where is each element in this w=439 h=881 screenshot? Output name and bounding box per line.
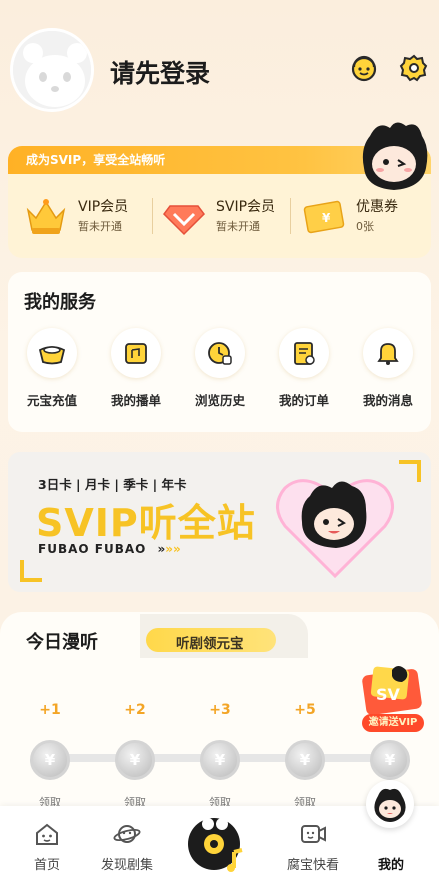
service-label: 我的播单 — [110, 393, 161, 408]
service-playlist[interactable]: 我的播单 — [100, 328, 172, 409]
login-prompt[interactable]: 请先登录 — [110, 54, 210, 90]
svip-title: SVIP会员 — [216, 199, 276, 215]
coupon-title: 优惠券 — [356, 199, 398, 215]
ingot-icon — [27, 328, 77, 378]
reward-day[interactable]: +3 ¥ 领取 — [190, 702, 250, 810]
planet-icon — [113, 820, 141, 848]
reward-day[interactable]: +5 ¥ 领取 — [275, 702, 335, 810]
reward-day[interactable]: +2 ¥ 领取 — [105, 702, 165, 810]
tab-fubao-watch[interactable]: 腐宝快看 — [278, 820, 348, 873]
invite-label: 邀请送VIP — [368, 717, 418, 728]
banner-card-types: 3日卡 | 月卡 | 季卡 | 年卡 — [38, 477, 187, 492]
banner-subtitle: FUBAO FUBAO — [38, 542, 147, 556]
settings-gear-icon[interactable] — [398, 52, 430, 84]
reward-amount: +2 — [124, 702, 146, 718]
tab-label: 发现剧集 — [100, 858, 153, 873]
service-recharge[interactable]: 元宝充值 — [16, 328, 88, 409]
center-cd-icon — [188, 818, 243, 872]
diamond-icon — [160, 194, 208, 238]
user-avatar[interactable] — [10, 28, 94, 112]
my-services-panel: 我的服务 元宝充值 我的播单 浏览历史 我的订单 我的消息 — [8, 272, 431, 432]
invite-vip-badge[interactable]: SV 邀请送VIP — [358, 664, 428, 736]
tab-label: 首页 — [33, 858, 60, 873]
service-label: 我的消息 — [362, 393, 413, 408]
divider — [290, 198, 291, 234]
center-play-button[interactable] — [186, 812, 248, 874]
tab-home[interactable]: 首页 — [12, 820, 82, 873]
vip-title: VIP会员 — [78, 199, 129, 215]
reward-amount: +5 — [294, 702, 316, 718]
svg-text:SV: SV — [376, 685, 401, 704]
tab-discover[interactable]: 发现剧集 — [92, 820, 162, 873]
coin-icon: ¥ — [115, 740, 155, 780]
services-title: 我的服务 — [24, 288, 96, 314]
heart-mascot-illustration — [276, 479, 394, 579]
service-messages[interactable]: 我的消息 — [352, 328, 424, 409]
crown-icon — [22, 194, 70, 238]
coin-icon: ¥ — [30, 740, 70, 780]
reward-amount: +1 — [39, 702, 61, 718]
ticket-icon: ¥ — [300, 194, 348, 238]
service-orders[interactable]: 我的订单 — [268, 328, 340, 409]
service-history[interactable]: 浏览历史 — [184, 328, 256, 409]
svip-status: 暂未开通 — [216, 220, 260, 233]
playlist-icon — [111, 328, 161, 378]
banner-corner-decoration — [399, 460, 421, 482]
panda-avatar-icon — [13, 31, 91, 109]
banner-corner-decoration — [20, 560, 42, 582]
history-clock-icon — [195, 328, 245, 378]
service-label: 浏览历史 — [194, 393, 245, 408]
coupon-count: 0张 — [356, 220, 374, 233]
tab-label: 腐宝快看 — [286, 858, 339, 873]
coin-icon: ¥ — [370, 740, 410, 780]
reward-amount: +3 — [209, 702, 231, 718]
service-label: 元宝充值 — [26, 393, 77, 408]
arrows-icon: »»» — [157, 542, 181, 556]
customer-service-icon[interactable] — [348, 52, 380, 84]
coin-icon: ¥ — [285, 740, 325, 780]
bell-icon — [363, 328, 413, 378]
banner-subtitle-row: FUBAO FUBAO »»» — [38, 538, 181, 557]
today-subtitle[interactable]: 听剧领元宝 — [176, 632, 244, 652]
mascot-avatar-icon[interactable] — [366, 780, 414, 828]
home-icon — [33, 820, 61, 848]
order-clipboard-icon — [279, 328, 329, 378]
svip-banner[interactable]: 3日卡 | 月卡 | 季卡 | 年卡 SVIP听全站 FUBAO FUBAO »… — [8, 452, 431, 592]
reward-day[interactable]: +1 ¥ 领取 — [20, 702, 80, 810]
svg-text:¥: ¥ — [322, 211, 331, 225]
service-label: 我的订单 — [278, 393, 329, 408]
tab-label: 我的 — [377, 858, 404, 873]
vip-status: 暂未开通 — [78, 220, 122, 233]
mascot-illustration — [356, 118, 432, 198]
video-icon — [299, 820, 327, 848]
divider — [152, 198, 153, 234]
today-title[interactable]: 今日漫听 — [26, 628, 98, 654]
coin-icon: ¥ — [200, 740, 240, 780]
